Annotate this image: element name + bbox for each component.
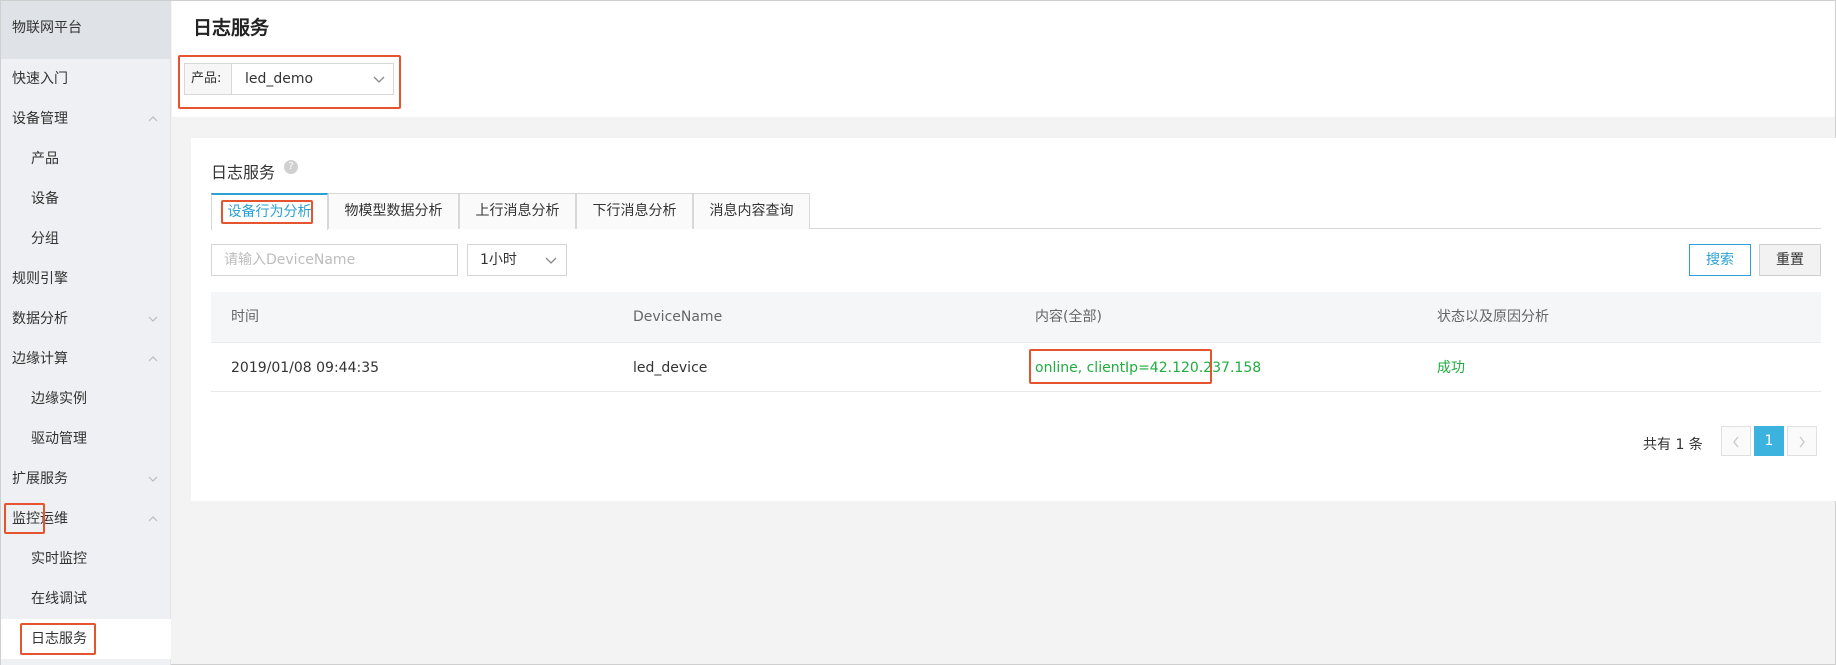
tab-message-content-query[interactable]: 消息内容查询 — [693, 193, 810, 229]
column-header-status: 状态以及原因分析 — [1437, 309, 1549, 325]
prev-page-button[interactable] — [1721, 426, 1751, 456]
sidebar-item-label: 扩展服务 — [12, 471, 68, 487]
sidebar-item-label: 快速入门 — [12, 71, 68, 87]
time-range-select[interactable]: 1小时 — [467, 244, 567, 276]
sidebar-item-device-management[interactable]: 设备管理 — [1, 99, 171, 139]
column-header-time: 时间 — [231, 309, 259, 325]
tab-device-behavior[interactable]: 设备行为分析 — [211, 193, 328, 230]
product-select-label: 产品: — [185, 64, 232, 94]
sidebar-item-driver-management[interactable]: 驱动管理 — [1, 419, 171, 459]
page-header: 日志服务 产品: led_demo — [172, 1, 1835, 117]
table-header: 时间 DeviceName 内容(全部) 状态以及原因分析 — [211, 292, 1821, 342]
help-icon[interactable]: ? — [284, 160, 298, 174]
sidebar-item-extension-services[interactable]: 扩展服务 — [1, 459, 171, 499]
sidebar-item-label: 产品 — [31, 151, 59, 167]
sidebar-item-label: 驱动管理 — [31, 431, 87, 447]
sidebar-item-label: 规则引擎 — [12, 271, 68, 287]
sidebar-item-product[interactable]: 产品 — [1, 139, 171, 179]
sidebar-item-edge-computing[interactable]: 边缘计算 — [1, 339, 171, 379]
chevron-left-icon — [1733, 436, 1739, 448]
sidebar-item-label: 数据分析 — [12, 311, 68, 327]
sidebar-item-label: 边缘实例 — [31, 391, 87, 407]
tab-upstream-messages[interactable]: 上行消息分析 — [459, 193, 576, 229]
column-header-content[interactable]: 内容(全部) — [1035, 292, 1102, 342]
sidebar-item-label: 监控运维 — [12, 511, 68, 527]
sidebar-item-label: 设备 — [31, 191, 59, 207]
sidebar-item-quickstart[interactable]: 快速入门 — [1, 59, 171, 99]
page-title: 日志服务 — [193, 17, 270, 39]
log-service-card: 日志服务 ? 设备行为分析 物模型数据分析 上行消息分析 下行消息分析 消息内容… — [191, 138, 1836, 501]
search-button[interactable]: 搜索 — [1689, 244, 1751, 276]
sidebar-item-data-analysis[interactable]: 数据分析 — [1, 299, 171, 339]
product-select-value: led_demo — [245, 71, 314, 87]
chevron-up-icon — [148, 356, 158, 362]
cell-device-name: led_device — [633, 360, 708, 376]
sidebar-item-label: 实时监控 — [31, 551, 87, 567]
device-name-input[interactable] — [211, 244, 458, 276]
product-select[interactable]: 产品: led_demo — [184, 63, 394, 95]
sidebar: 物联网平台 快速入门 设备管理 产品 设备 分组 规则引擎 数据分析 边缘计算 … — [1, 1, 171, 665]
table-row: 2019/01/08 09:44:35 led_device online, c… — [211, 342, 1821, 392]
chevron-right-icon — [1799, 436, 1805, 448]
tab-downstream-messages[interactable]: 下行消息分析 — [576, 193, 693, 229]
total-count: 共有 1 条 — [1643, 437, 1703, 453]
tab-thing-model-data[interactable]: 物模型数据分析 — [328, 193, 459, 229]
reset-button[interactable]: 重置 — [1759, 244, 1821, 276]
page-number-button[interactable]: 1 — [1754, 426, 1784, 456]
tab-bar: 设备行为分析 物模型数据分析 上行消息分析 下行消息分析 消息内容查询 — [211, 193, 1821, 230]
sidebar-item-rule-engine[interactable]: 规则引擎 — [1, 259, 171, 299]
chevron-down-icon — [148, 476, 158, 482]
cell-status: 成功 — [1437, 360, 1465, 376]
log-table: 时间 DeviceName 内容(全部) 状态以及原因分析 2019/01/08… — [211, 292, 1821, 392]
sidebar-item-label: 分组 — [31, 231, 59, 247]
sidebar-item-monitoring-ops[interactable]: 监控运维 — [1, 499, 171, 539]
cell-time: 2019/01/08 09:44:35 — [231, 360, 380, 376]
sidebar-item-label: 设备管理 — [12, 111, 68, 127]
chevron-up-icon — [148, 116, 158, 122]
chevron-down-icon — [373, 76, 385, 83]
sidebar-item-online-debug[interactable]: 在线调试 — [1, 579, 171, 619]
sidebar-item-log-service[interactable]: 日志服务 — [1, 619, 171, 659]
sidebar-item-label: 边缘计算 — [12, 351, 68, 367]
sidebar-item-label: 日志服务 — [31, 631, 87, 647]
sidebar-item-device[interactable]: 设备 — [1, 179, 171, 219]
chevron-down-icon — [545, 257, 557, 264]
chevron-up-icon — [148, 516, 158, 522]
cell-content: online, clientIp=42.120.237.158 — [1035, 360, 1262, 376]
sidebar-item-group[interactable]: 分组 — [1, 219, 171, 259]
time-range-value: 1小时 — [480, 252, 517, 268]
brand-title: 物联网平台 — [1, 1, 170, 59]
chevron-down-icon — [148, 316, 158, 322]
card-title: 日志服务 — [211, 163, 276, 182]
sidebar-item-edge-instance[interactable]: 边缘实例 — [1, 379, 171, 419]
sidebar-item-realtime-monitor[interactable]: 实时监控 — [1, 539, 171, 579]
sidebar-item-label: 在线调试 — [31, 591, 87, 607]
column-header-device-name: DeviceName — [633, 309, 723, 325]
next-page-button[interactable] — [1787, 426, 1817, 456]
